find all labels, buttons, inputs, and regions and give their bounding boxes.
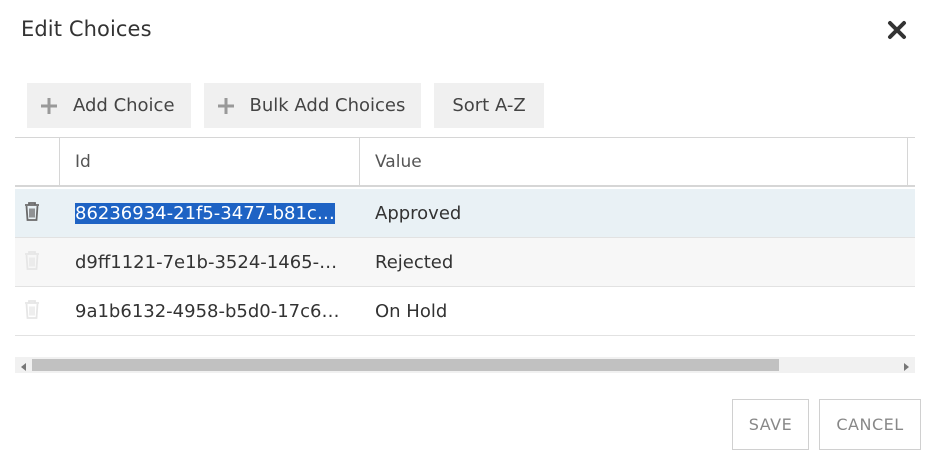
trash-icon (22, 298, 42, 325)
scroll-left-button[interactable] (17, 357, 31, 373)
delete-row-button[interactable] (15, 238, 60, 286)
delete-row-button[interactable] (15, 189, 60, 237)
plus-icon (40, 97, 58, 115)
choice-id-text: d9ff1121-7e1b-3524-1465-… (75, 251, 338, 273)
bulk-add-label: Bulk Add Choices (249, 95, 406, 116)
trash-icon (22, 200, 42, 227)
choice-id-cell[interactable]: 9a1b6132-4958-b5d0-17c6… (75, 287, 343, 335)
choice-id-text: 86236934-21f5-3477-b81c… (75, 202, 335, 224)
choice-id-cell[interactable]: 86236934-21f5-3477-b81c… (75, 189, 343, 237)
grid-header: Id Value (15, 137, 915, 187)
trash-icon (22, 249, 42, 276)
close-icon (885, 18, 909, 42)
scrollbar-thumb[interactable] (32, 359, 779, 371)
dialog-title: Edit Choices (21, 17, 152, 41)
choice-value-cell[interactable]: Rejected (375, 238, 875, 286)
triangle-left-icon (21, 356, 27, 375)
edit-choices-dialog: Edit Choices Add Choice Bulk Add Choices… (0, 0, 928, 458)
triangle-right-icon (903, 356, 909, 375)
save-button[interactable]: SAVE (732, 399, 809, 450)
table-row[interactable]: 9a1b6132-4958-b5d0-17c6… On Hold (15, 287, 915, 336)
add-choice-button[interactable]: Add Choice (27, 83, 191, 128)
header-icon-column (15, 138, 60, 186)
plus-icon (217, 97, 235, 115)
horizontal-scrollbar[interactable] (15, 357, 915, 373)
toolbar: Add Choice Bulk Add Choices Sort A-Z (27, 83, 544, 128)
header-value[interactable]: Value (360, 138, 908, 186)
bulk-add-choices-button[interactable]: Bulk Add Choices (203, 83, 422, 128)
table-row[interactable]: d9ff1121-7e1b-3524-1465-… Rejected (15, 238, 915, 287)
sort-a-z-button[interactable]: Sort A-Z (434, 83, 544, 128)
close-button[interactable] (885, 18, 909, 42)
header-id[interactable]: Id (60, 138, 360, 186)
choice-value-cell[interactable]: On Hold (375, 287, 875, 335)
sort-label: Sort A-Z (452, 95, 526, 116)
add-choice-label: Add Choice (73, 95, 175, 116)
table-row[interactable]: 86236934-21f5-3477-b81c… Approved (15, 189, 915, 238)
choices-grid: Id Value 86236934-21f5-3477-b81c… Approv… (15, 137, 915, 373)
choice-value-cell[interactable]: Approved (375, 189, 875, 237)
delete-row-button[interactable] (15, 287, 60, 335)
cancel-button[interactable]: CANCEL (819, 399, 921, 450)
scroll-right-button[interactable] (899, 357, 913, 373)
choice-id-text: 9a1b6132-4958-b5d0-17c6… (75, 300, 340, 322)
choice-id-cell[interactable]: d9ff1121-7e1b-3524-1465-… (75, 238, 343, 286)
